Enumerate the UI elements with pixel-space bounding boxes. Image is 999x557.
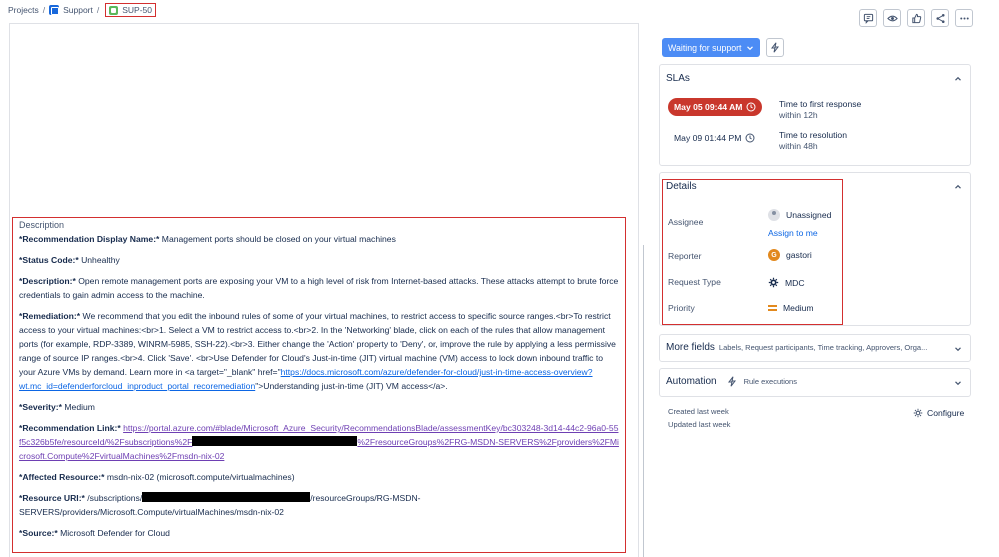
field-value: ">Understanding just-in-time (JIT) VM ac…	[255, 381, 448, 391]
sla-item: May 09 01:44 PM	[668, 129, 761, 147]
sla-target: within 48h	[779, 141, 818, 151]
status-row: Waiting for support	[662, 38, 784, 57]
sla-target: within 12h	[779, 110, 818, 120]
more-icon	[959, 16, 969, 20]
watch-button[interactable]	[883, 9, 901, 27]
issue-actions	[859, 9, 973, 27]
description-paragraph: *Source:* Microsoft Defender for Cloud	[19, 526, 619, 540]
field-label: *Remediation:*	[19, 311, 81, 321]
created-date: Created last week	[668, 407, 729, 416]
sla-name: Time to resolution	[779, 130, 847, 140]
chevron-down-icon[interactable]	[954, 345, 962, 353]
description-paragraph: *Status Code:* Unhealthy	[19, 253, 619, 267]
sla-name: Time to first response	[779, 99, 862, 109]
field-label: *Description:*	[19, 276, 76, 286]
sla-time: May 05 09:44 AM	[674, 102, 743, 112]
clock-icon	[745, 133, 755, 143]
automation-row: Automation Rule executions	[666, 376, 797, 387]
redacted-subscription-id	[142, 492, 311, 502]
more-actions-button[interactable]	[955, 9, 973, 27]
description-paragraph: *Remediation:* We recommend that you edi…	[19, 309, 619, 393]
field-label: *Recommendation Link:*	[19, 423, 121, 433]
description-heading: Description	[19, 220, 65, 230]
breadcrumb-issue[interactable]: SUP-50	[105, 3, 157, 17]
sla-time: May 09 01:44 PM	[674, 133, 742, 143]
chevron-up-icon[interactable]	[954, 75, 962, 83]
sla-item: May 05 09:44 AM	[668, 98, 763, 116]
lightning-icon	[727, 376, 736, 387]
breadcrumb-separator: /	[96, 5, 100, 15]
field-label: *Recommendation Display Name:*	[19, 234, 160, 244]
field-label: *Source:*	[19, 528, 58, 538]
automation-subtitle: Rule executions	[743, 377, 797, 386]
description-body: *Recommendation Display Name:* Managemen…	[19, 232, 619, 540]
chevron-up-icon[interactable]	[954, 183, 962, 191]
description-section[interactable]: Description *Recommendation Display Name…	[12, 217, 626, 553]
clock-icon	[746, 102, 756, 112]
scrollbar[interactable]	[643, 245, 644, 557]
breadcrumb-project[interactable]: Support	[63, 5, 93, 15]
breadcrumb-projects[interactable]: Projects	[8, 5, 39, 15]
field-value: Medium	[62, 402, 95, 412]
description-paragraph: *Recommendation Link:* https://portal.az…	[19, 421, 619, 463]
field-value: Microsoft Defender for Cloud	[57, 528, 170, 538]
breadcrumb: Projects / Support / SUP-50	[8, 3, 157, 17]
automation-actions-button[interactable]	[765, 38, 784, 57]
breadcrumb-separator: /	[42, 5, 46, 15]
automation-panel[interactable]: Automation Rule executions	[659, 368, 971, 397]
chevron-down-icon	[746, 45, 753, 50]
description-paragraph: *Resource URI:* /subscriptions//resource…	[19, 491, 619, 519]
configure-button[interactable]: Configure	[913, 408, 964, 418]
field-label: *Severity:*	[19, 402, 62, 412]
configure-label: Configure	[927, 408, 965, 418]
field-value: Open remote management ports are exposin…	[19, 276, 619, 300]
automation-title: Automation	[666, 376, 717, 387]
field-value: msdn-nix-02 (microsoft.compute/virtualma…	[104, 472, 295, 482]
field-label: *Resource URI:*	[19, 493, 85, 503]
sla-details: Time to resolution within 48h	[779, 130, 847, 152]
field-value: Unhealthy	[78, 255, 120, 265]
lightning-icon	[770, 42, 779, 53]
sla-time-badge: May 05 09:44 AM	[668, 98, 763, 116]
issue-key[interactable]: SUP-50	[122, 5, 152, 15]
sla-time-badge: May 09 01:44 PM	[668, 129, 761, 147]
description-paragraph: *Description:* Open remote management po…	[19, 274, 619, 302]
updated-date: Updated last week	[668, 420, 731, 429]
field-value: Management ports should be closed on you…	[159, 234, 396, 244]
project-icon	[49, 5, 60, 15]
chevron-down-icon[interactable]	[954, 379, 962, 387]
description-paragraph: *Affected Resource:* msdn-nix-02 (micros…	[19, 470, 619, 484]
eye-icon	[886, 15, 898, 21]
redacted-subscription-id	[192, 436, 358, 446]
request-type-icon	[109, 5, 119, 15]
details-highlight	[662, 179, 843, 325]
status-dropdown[interactable]: Waiting for support	[662, 38, 760, 57]
gear-icon	[913, 408, 923, 418]
slas-panel: SLAs May 05 09:44 AM Time to first respo…	[659, 64, 971, 166]
description-paragraph: *Severity:* Medium	[19, 400, 619, 414]
more-fields-subtitle: Labels, Request participants, Time track…	[718, 343, 928, 352]
field-label: *Affected Resource:*	[19, 472, 105, 482]
field-value: /subscriptions/	[84, 493, 143, 503]
share-button[interactable]	[931, 9, 949, 27]
status-label: Waiting for support	[668, 42, 742, 53]
field-label: *Status Code:*	[19, 255, 79, 265]
share-icon	[935, 13, 945, 23]
more-fields-row: More fields Labels, Request participants…	[666, 342, 927, 353]
feedback-icon	[863, 13, 873, 24]
more-fields-title: More fields	[666, 342, 715, 353]
sla-details: Time to first response within 12h	[779, 99, 861, 121]
more-fields-panel[interactable]: More fields Labels, Request participants…	[659, 334, 971, 362]
description-paragraph: *Recommendation Display Name:* Managemen…	[19, 232, 619, 246]
slas-heading: SLAs	[666, 73, 690, 84]
thumbs-up-icon	[911, 13, 921, 23]
vote-button[interactable]	[907, 9, 925, 27]
feedback-button[interactable]	[859, 9, 877, 27]
